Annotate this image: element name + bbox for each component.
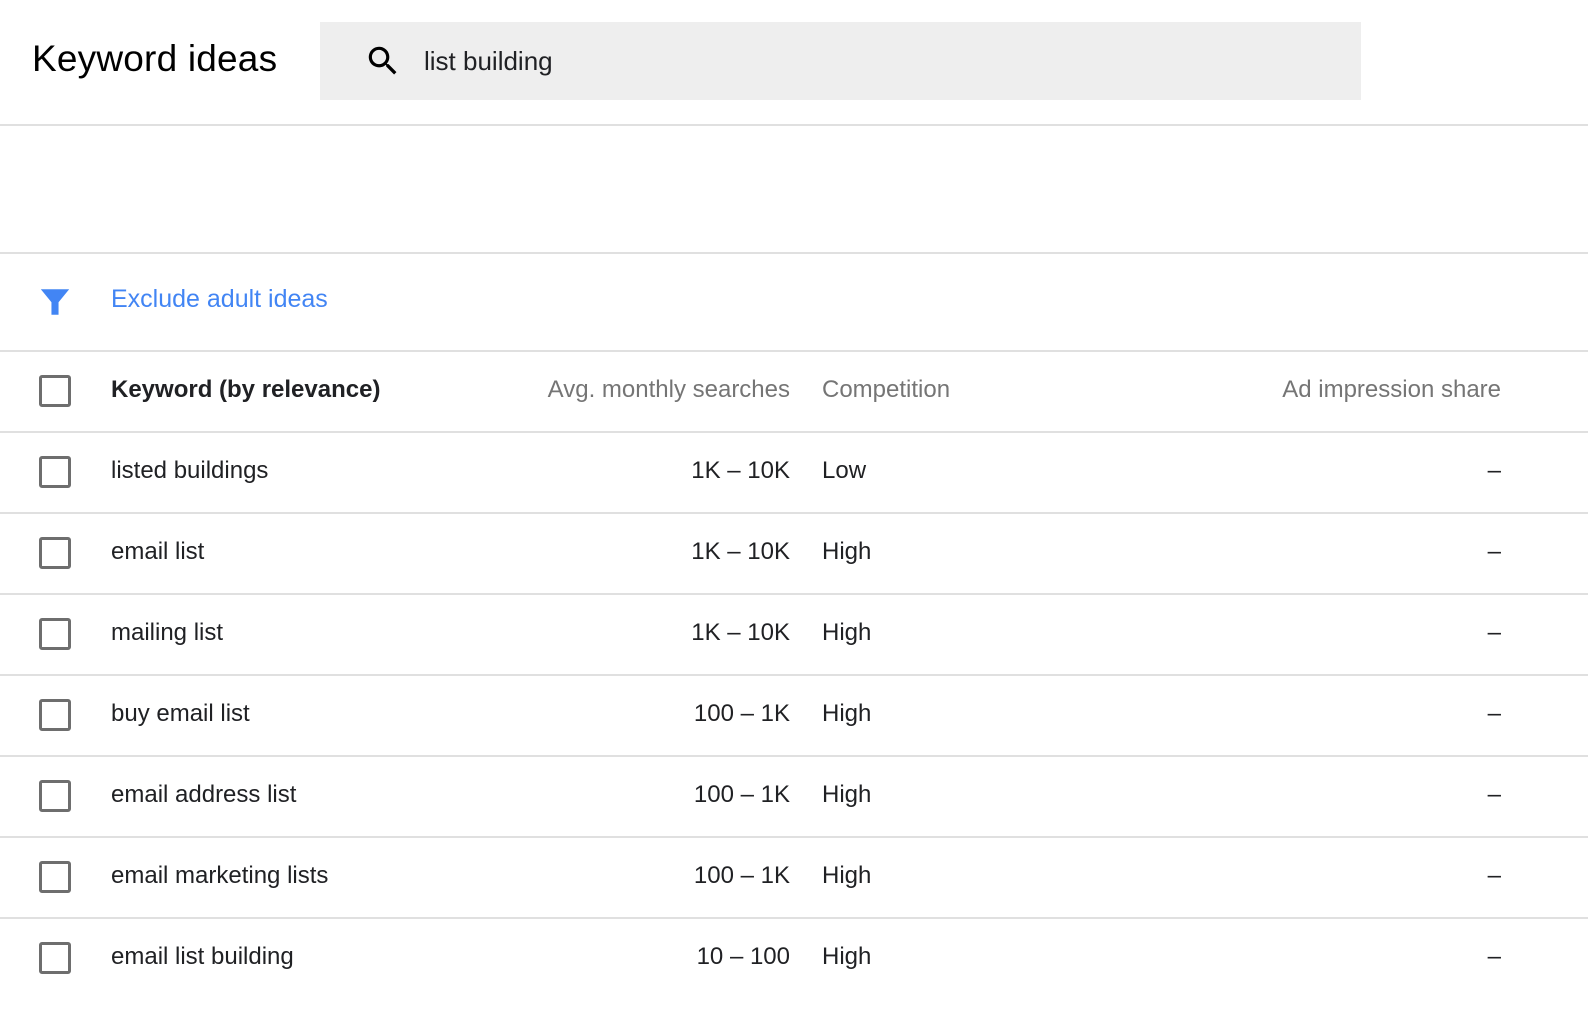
column-header-keyword[interactable]: Keyword (by relevance)	[111, 376, 380, 404]
table-header: Keyword (by relevance) Avg. monthly sear…	[0, 352, 1588, 433]
table-row: email list building 10 – 100 High –	[0, 919, 1588, 998]
keyword-cell: email list	[111, 538, 205, 565]
share-cell: –	[1487, 700, 1501, 727]
share-cell: –	[1487, 781, 1501, 808]
table-row: email list 1K – 10K High –	[0, 514, 1588, 595]
row-checkbox[interactable]	[39, 537, 71, 569]
competition-cell: High	[822, 700, 872, 727]
table-row: mailing list 1K – 10K High –	[0, 595, 1588, 676]
row-checkbox[interactable]	[39, 861, 71, 893]
column-header-competition[interactable]: Competition	[822, 376, 950, 404]
select-all-checkbox[interactable]	[39, 375, 71, 407]
header: Keyword ideas list building	[0, 0, 1588, 126]
exclude-adult-ideas-link[interactable]: Exclude adult ideas	[111, 285, 328, 314]
searches-cell: 1K – 10K	[691, 619, 790, 646]
competition-cell: High	[822, 538, 872, 565]
share-cell: –	[1487, 619, 1501, 646]
table-row: listed buildings 1K – 10K Low –	[0, 433, 1588, 514]
keyword-cell: mailing list	[111, 619, 224, 646]
search-icon	[368, 46, 397, 75]
share-cell: –	[1487, 457, 1501, 484]
row-checkbox[interactable]	[39, 456, 71, 488]
searches-cell: 100 – 1K	[693, 862, 790, 889]
filter-row: Exclude adult ideas	[0, 254, 1588, 352]
keyword-cell: listed buildings	[111, 457, 269, 484]
row-checkbox[interactable]	[39, 618, 71, 650]
row-checkbox[interactable]	[39, 780, 71, 812]
keyword-cell: buy email list	[111, 700, 250, 727]
table-row: email address list 100 – 1K High –	[0, 757, 1588, 838]
table-row: buy email list 100 – 1K High –	[0, 676, 1588, 757]
search-value[interactable]: list building	[424, 46, 553, 77]
keyword-cell: email address list	[111, 781, 297, 808]
searches-cell: 1K – 10K	[691, 538, 790, 565]
row-checkbox[interactable]	[39, 699, 71, 731]
share-cell: –	[1487, 538, 1501, 565]
page-title: Keyword ideas	[32, 38, 278, 79]
searches-cell: 100 – 1K	[693, 700, 790, 727]
searches-cell: 1K – 10K	[691, 457, 790, 484]
competition-cell: High	[822, 862, 872, 889]
search-input[interactable]: list building	[320, 22, 1361, 100]
competition-cell: Low	[822, 457, 867, 484]
keyword-cell: email list building	[111, 943, 294, 970]
row-checkbox[interactable]	[39, 942, 71, 974]
competition-cell: High	[822, 943, 872, 970]
searches-cell: 100 – 1K	[693, 781, 790, 808]
column-header-share[interactable]: Ad impression share	[1282, 376, 1501, 404]
share-cell: –	[1487, 862, 1501, 889]
column-header-searches[interactable]: Avg. monthly searches	[548, 376, 790, 404]
filter-icon[interactable]	[38, 284, 72, 320]
searches-cell: 10 – 100	[696, 943, 790, 970]
competition-cell: High	[822, 781, 872, 808]
competition-cell: High	[822, 619, 872, 646]
share-cell: –	[1487, 943, 1501, 970]
keyword-cell: email marketing lists	[111, 862, 329, 889]
table-row: email marketing lists 100 – 1K High –	[0, 838, 1588, 919]
